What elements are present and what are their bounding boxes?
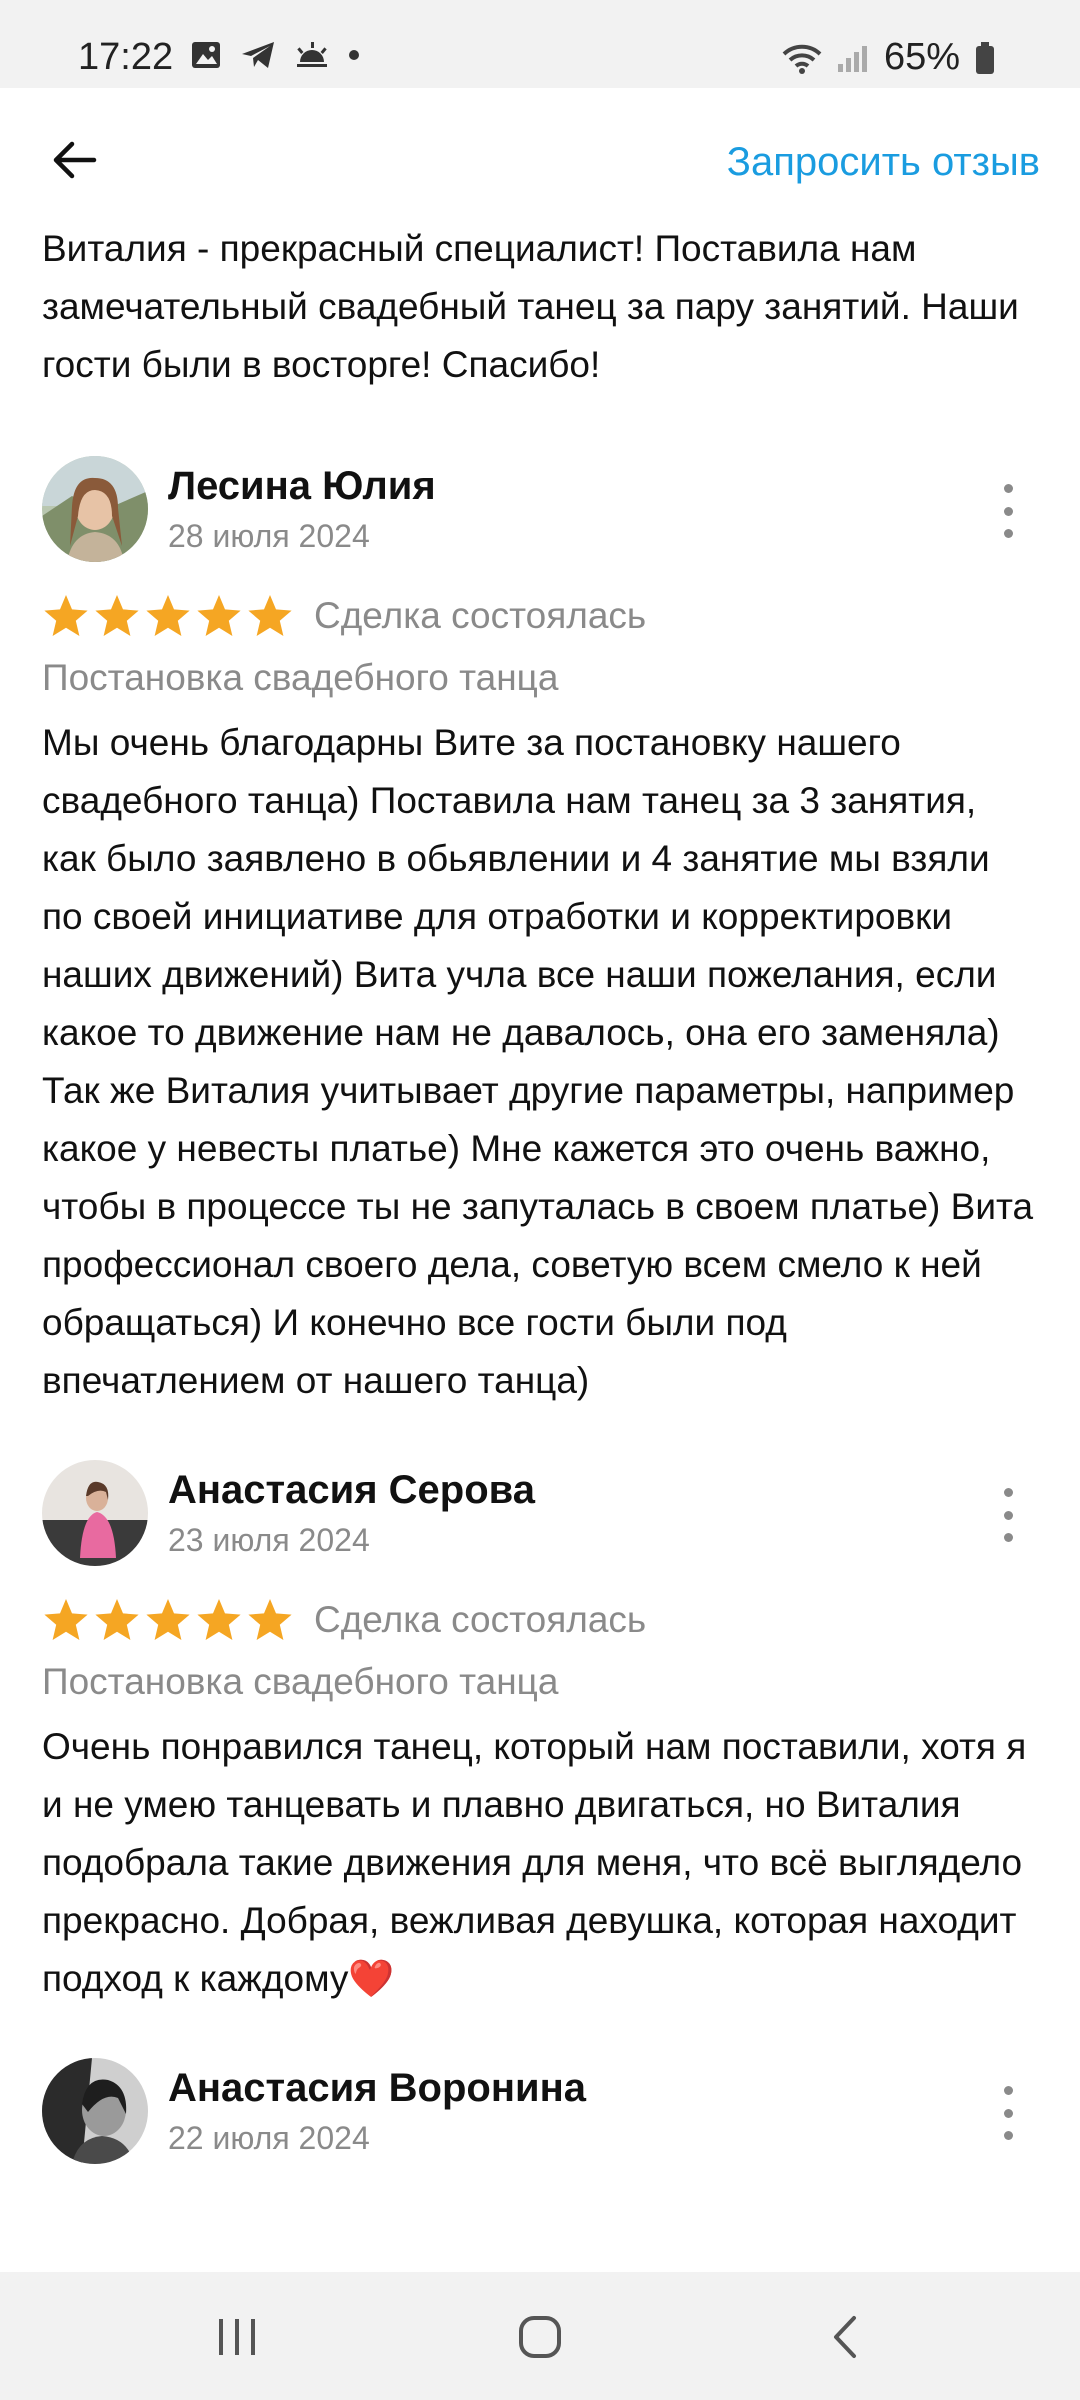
reviewer-name: Анастасия Воронина xyxy=(168,2066,587,2110)
avatar[interactable] xyxy=(42,456,148,562)
dot-icon xyxy=(349,50,359,60)
review-card: Анастасия Серова 23 июля 2024 Сделка сос… xyxy=(42,1460,1038,2008)
star-icon xyxy=(95,1599,139,1640)
rating-row: Сделка состоялась xyxy=(42,588,1038,644)
review-date: 28 июля 2024 xyxy=(168,518,370,554)
review-header: Анастасия Серова 23 июля 2024 xyxy=(42,1460,1038,1572)
star-icon xyxy=(44,1599,88,1640)
review-date: 23 июля 2024 xyxy=(168,1522,370,1558)
service-name: Постановка свадебного танца xyxy=(42,1661,559,1702)
home-button[interactable] xyxy=(495,2302,585,2372)
star-icon xyxy=(44,595,88,636)
more-vertical-icon xyxy=(1003,1488,1013,1497)
star-icon xyxy=(146,595,190,636)
avatar[interactable] xyxy=(42,1460,148,1566)
star-icon xyxy=(197,1599,241,1640)
review-header: Лесина Юлия 28 июля 2024 xyxy=(42,456,1038,568)
telegram-icon xyxy=(242,42,274,68)
service-name: Постановка свадебного танца xyxy=(42,657,559,698)
battery-icon xyxy=(976,41,994,74)
status-bar: 17:22 65% xyxy=(0,0,1080,88)
avatar[interactable] xyxy=(42,2058,148,2164)
review-text: Очень понравился танец, который нам пост… xyxy=(42,1726,1027,1999)
review-text: Виталия - прекрасный специалист! Постави… xyxy=(42,228,1019,385)
wifi-icon xyxy=(782,44,822,74)
review-card: Лесина Юлия 28 июля 2024 Сделка состояла… xyxy=(42,456,1038,1410)
request-review-link[interactable]: Запросить отзыв xyxy=(727,140,1040,185)
review-card: Анастасия Воронина 22 июля 2024 xyxy=(42,2058,1038,2170)
more-options-button[interactable] xyxy=(988,484,1028,538)
signal-icon xyxy=(837,45,867,72)
reviews-list: Виталия - прекрасный специалист! Постави… xyxy=(42,220,1038,2220)
recent-apps-button[interactable] xyxy=(192,2302,282,2372)
star-rating xyxy=(42,1597,294,1643)
weather-icon xyxy=(297,42,327,67)
review-date: 22 июля 2024 xyxy=(168,2120,370,2156)
more-vertical-icon xyxy=(1003,2086,1013,2095)
more-options-button[interactable] xyxy=(988,2086,1028,2140)
reviewer-name: Лесина Юлия xyxy=(168,464,436,508)
nav-back-icon xyxy=(834,2316,856,2358)
top-app-bar: Запросить отзыв xyxy=(0,88,1080,236)
more-vertical-icon xyxy=(1003,484,1013,493)
review-header: Анастасия Воронина 22 июля 2024 xyxy=(42,2058,1038,2170)
gallery-icon xyxy=(192,42,220,68)
notification-icons xyxy=(190,40,360,70)
recent-apps-icon xyxy=(219,2319,255,2355)
system-nav-bar xyxy=(0,2272,1080,2400)
deal-status: Сделка состоялась xyxy=(314,1599,647,1640)
star-icon xyxy=(197,595,241,636)
battery-percent: 65% xyxy=(883,36,960,78)
star-rating xyxy=(42,593,294,639)
more-options-button[interactable] xyxy=(988,1488,1028,1542)
status-time: 17:22 xyxy=(78,36,174,78)
star-icon xyxy=(146,1599,190,1640)
rating-row: Сделка состоялась xyxy=(42,1592,1038,1648)
system-status: 65% xyxy=(782,36,996,79)
nav-back-button[interactable] xyxy=(800,2302,890,2372)
back-button[interactable] xyxy=(42,128,106,192)
star-icon xyxy=(248,595,292,636)
reviewer-name: Анастасия Серова xyxy=(168,1468,535,1512)
back-arrow-icon xyxy=(53,141,97,179)
star-icon xyxy=(248,1599,292,1640)
star-icon xyxy=(95,595,139,636)
review-text: Мы очень благодарны Вите за постановку н… xyxy=(42,722,1034,1401)
home-icon xyxy=(519,2316,561,2358)
deal-status: Сделка состоялась xyxy=(314,595,647,636)
